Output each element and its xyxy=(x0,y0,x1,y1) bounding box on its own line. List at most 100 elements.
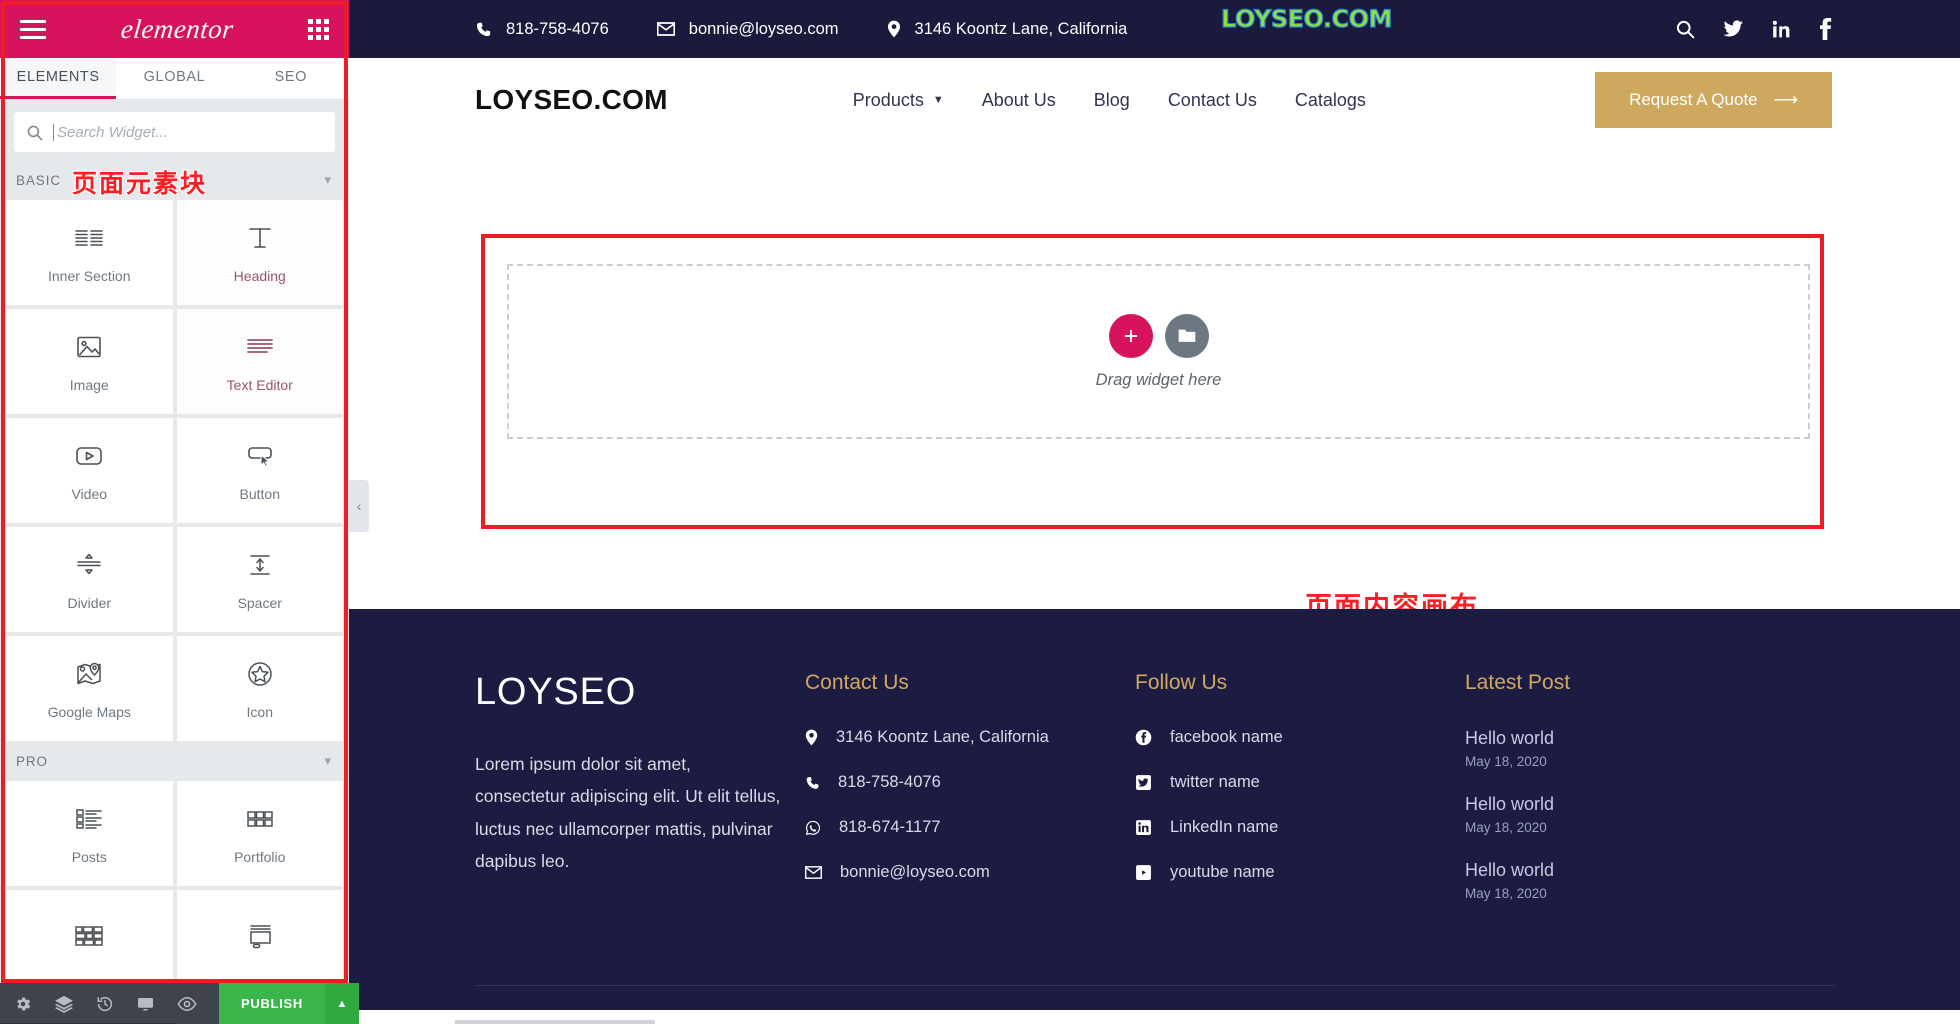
map-pin-icon xyxy=(805,729,818,746)
linkedin-icon[interactable] xyxy=(1772,20,1791,39)
annotation-panel-label: 页面元素块 xyxy=(72,169,208,198)
search-input[interactable]: Search Widget... xyxy=(14,112,335,152)
widget-heading[interactable]: Heading xyxy=(176,200,343,305)
editor-canvas[interactable]: Drag widget here 页面内容画布 xyxy=(349,142,1960,623)
footer-contact-phone[interactable]: 818-758-4076 xyxy=(805,773,1135,792)
topbar-phone[interactable]: 818-758-4076 xyxy=(475,20,609,39)
widget-icon[interactable]: Icon xyxy=(176,636,343,741)
widget-dropzone[interactable]: Drag widget here xyxy=(507,264,1810,439)
twitter-icon xyxy=(1136,775,1151,790)
footer-brand-column: LOYSEO Lorem ipsum dolor sit amet, conse… xyxy=(475,671,805,926)
widget-google-maps[interactable]: Google Maps xyxy=(6,636,173,741)
footer-follow-column: Follow Us facebook name twitter name Lin… xyxy=(1135,671,1465,926)
widget-inner-section[interactable]: Inner Section xyxy=(6,200,173,305)
post-title: Hello world xyxy=(1465,860,1555,880)
footer-post-item[interactable]: Hello world May 18, 2020 xyxy=(1465,794,1765,835)
gallery-icon xyxy=(73,919,105,953)
hamburger-icon[interactable] xyxy=(20,19,46,39)
topbar-email[interactable]: bonnie@loyseo.com xyxy=(656,20,839,39)
add-section-button[interactable] xyxy=(1108,313,1153,358)
elementor-panel: elementor ELEMENTS GLOBAL SEO Search Wid… xyxy=(0,0,359,1024)
topbar-contacts: 818-758-4076 bonnie@loyseo.com 3146 Koon… xyxy=(475,20,1127,39)
map-pin-icon xyxy=(887,20,900,38)
search-placeholder: Search Widget... xyxy=(53,123,168,141)
site-brand[interactable]: LOYSEO.COM xyxy=(475,84,668,116)
site-topbar: 818-758-4076 bonnie@loyseo.com 3146 Koon… xyxy=(349,0,1960,58)
scroll-marker[interactable] xyxy=(455,1020,655,1024)
widget-label: Posts xyxy=(71,849,107,865)
footer-post-item[interactable]: Hello world May 18, 2020 xyxy=(1465,728,1765,769)
grid-apps-icon[interactable] xyxy=(308,18,329,40)
tab-elements[interactable]: ELEMENTS xyxy=(0,58,117,99)
widget-gallery[interactable] xyxy=(6,890,173,983)
topbar-social xyxy=(1675,18,1832,40)
panel-tabs: ELEMENTS GLOBAL SEO xyxy=(0,58,349,100)
category-basic-header[interactable]: BASIC 页面元素块 ▾ xyxy=(0,160,349,200)
tab-global[interactable]: GLOBAL xyxy=(116,58,233,99)
post-date: May 18, 2020 xyxy=(1465,886,1547,901)
widget-label: Portfolio xyxy=(234,849,286,865)
widget-posts[interactable]: Posts xyxy=(6,781,173,886)
footer-contact-email[interactable]: bonnie@loyseo.com xyxy=(805,863,1135,882)
envelope-icon xyxy=(805,866,822,879)
footer-follow-twitter[interactable]: twitter name xyxy=(1135,773,1465,792)
widget-text-editor[interactable]: Text Editor xyxy=(176,309,343,414)
footer-latest-column: Latest Post Hello world May 18, 2020 Hel… xyxy=(1465,671,1765,926)
footer-follow-youtube[interactable]: youtube name xyxy=(1135,863,1465,882)
nav-item-about-us[interactable]: About Us xyxy=(982,90,1056,111)
widget-spacer[interactable]: Spacer xyxy=(176,527,343,632)
footer-follow-linkedin-text: LinkedIn name xyxy=(1170,818,1279,836)
footer-follow-title: Follow Us xyxy=(1135,671,1228,694)
twitter-icon[interactable] xyxy=(1723,19,1744,39)
search-icon xyxy=(27,125,43,140)
site-footer: LOYSEO Lorem ipsum dolor sit amet, conse… xyxy=(349,609,1960,1024)
widget-list[interactable]: BASIC 页面元素块 ▾ Inner Section Heading Imag… xyxy=(0,160,349,983)
panel-collapse-handle[interactable]: ‹ xyxy=(349,480,369,532)
request-quote-button[interactable]: Request A Quote ⟶ xyxy=(1595,72,1832,128)
widget-portfolio[interactable]: Portfolio xyxy=(176,781,343,886)
slides-icon xyxy=(245,919,275,953)
layers-icon[interactable] xyxy=(54,995,74,1013)
widget-label: Button xyxy=(239,486,280,502)
tab-seo[interactable]: SEO xyxy=(232,58,349,99)
nav-item-blog[interactable]: Blog xyxy=(1094,90,1130,111)
footer-follow-facebook[interactable]: facebook name xyxy=(1135,728,1465,747)
plus-icon xyxy=(1124,329,1137,342)
panel-header: elementor xyxy=(0,0,349,58)
widget-video[interactable]: Video xyxy=(6,418,173,523)
phone-icon xyxy=(806,776,819,789)
whatsapp-icon xyxy=(805,820,820,835)
footer-follow-youtube-text: youtube name xyxy=(1170,863,1275,881)
footer-phone-text: 818-758-4076 xyxy=(838,773,941,791)
widget-image[interactable]: Image xyxy=(6,309,173,414)
nav-item-products[interactable]: Products ▼ xyxy=(853,90,944,111)
template-library-button[interactable] xyxy=(1164,313,1209,358)
gear-icon[interactable] xyxy=(14,995,32,1013)
publish-group: PUBLISH ▲ xyxy=(219,983,359,1024)
footer-address-text: 3146 Koontz Lane, California xyxy=(836,728,1049,746)
widget-grid-pro: Posts Portfolio xyxy=(0,781,349,983)
widget-button[interactable]: Button xyxy=(176,418,343,523)
publish-button[interactable]: PUBLISH xyxy=(219,983,325,1024)
topbar-address[interactable]: 3146 Koontz Lane, California xyxy=(887,20,1127,39)
footer-contact-whatsapp[interactable]: 818-674-1177 xyxy=(805,818,1135,837)
search-icon[interactable] xyxy=(1675,19,1695,39)
caret-up-icon[interactable]: ▲ xyxy=(324,983,359,1024)
google-maps-icon xyxy=(74,657,104,691)
footer-post-item[interactable]: Hello world May 18, 2020 xyxy=(1465,860,1765,901)
facebook-icon[interactable] xyxy=(1819,18,1832,40)
folder-icon xyxy=(1178,329,1195,342)
monitor-icon[interactable] xyxy=(136,995,155,1013)
footer-contact-address[interactable]: 3146 Koontz Lane, California xyxy=(805,728,1135,747)
divider-icon xyxy=(75,548,103,582)
request-quote-label: Request A Quote xyxy=(1629,90,1758,109)
history-icon[interactable] xyxy=(96,995,114,1013)
footer-follow-linkedin[interactable]: LinkedIn name xyxy=(1135,818,1465,837)
nav-item-catalogs[interactable]: Catalogs xyxy=(1295,90,1366,111)
widget-divider[interactable]: Divider xyxy=(6,527,173,632)
widget-slides[interactable] xyxy=(176,890,343,983)
nav-item-contact-us[interactable]: Contact Us xyxy=(1168,90,1257,111)
eye-icon[interactable] xyxy=(177,996,197,1012)
category-pro-header[interactable]: PRO ▾ xyxy=(0,741,349,781)
app-root: elementor ELEMENTS GLOBAL SEO Search Wid… xyxy=(0,0,1960,1024)
